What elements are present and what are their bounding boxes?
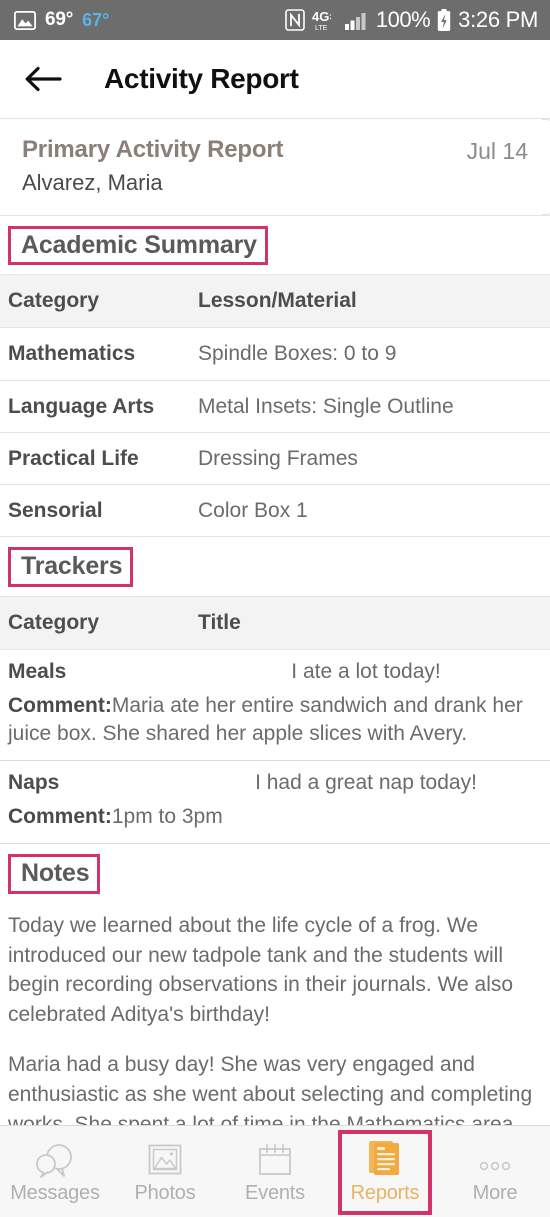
cell-lesson: Spindle Boxes: 0 to 9 [190,327,550,381]
section-header-trackers: Trackers [0,537,550,597]
table-row: Sensorial Color Box 1 [0,484,550,538]
nav-label-reports: Reports [350,1182,420,1204]
cell-category: Sensorial [0,484,190,538]
nav-label-messages: Messages [10,1182,100,1204]
nav-item-photos[interactable]: Photos [110,1126,220,1217]
cell-lesson: Color Box 1 [190,484,550,538]
academic-table-body: Mathematics Spindle Boxes: 0 to 9 Langua… [0,327,550,538]
status-bar-right: 4G : LTE 100% 3:26 PM [285,7,538,33]
tracker-category: Naps [8,771,60,795]
cell-lesson: Metal Insets: Single Outline [190,380,550,433]
bottom-navigation-bar: Messages Photos Events Reports More [0,1125,550,1217]
report-date: Jul 14 [466,138,528,164]
image-icon [13,10,37,30]
cell-category: Mathematics [0,327,190,381]
app-bar: Activity Report [0,40,550,118]
notes-paragraph: Today we learned about the life cycle of… [8,913,514,1027]
page-title: Activity Report [104,63,299,94]
table-row: Mathematics Spindle Boxes: 0 to 9 [0,327,550,381]
svg-text:LTE: LTE [315,25,328,31]
tracker-comment-label: Comment: [8,805,112,829]
table-row: Practical Life Dressing Frames [0,432,550,486]
network-4g-lte-icon: 4G : LTE [312,9,338,32]
cell-lesson: Dressing Frames [190,432,550,486]
tracker-item-naps: Naps I had a great nap today! Comment:1p… [0,761,550,844]
notes-paragraph: Maria had a busy day! She was very engag… [8,1052,533,1125]
column-header-lesson: Lesson/Material [190,274,550,329]
svg-text::: : [329,12,332,21]
document-icon [365,1138,405,1178]
status-bar-left: 69° 67° [13,9,110,31]
table-header-row: Category Title [0,596,550,651]
column-header-category: Category [0,596,190,651]
table-header-row: Category Lesson/Material [0,274,550,329]
nav-item-messages[interactable]: Messages [0,1126,110,1217]
column-header-category: Category [0,274,190,329]
report-title: Primary Activity Report [22,136,284,163]
section-header-notes: Notes [0,843,550,903]
notes-body: Today we learned about the life cycle of… [0,903,550,1125]
cell-category: Language Arts [0,380,190,433]
chat-bubbles-icon [32,1138,78,1178]
battery-charging-icon [437,8,451,32]
tracker-comment-text: 1pm to 3pm [111,805,223,829]
back-button[interactable] [20,56,66,102]
status-bar: 69° 67° 4G : LTE 100% 3:26 PM [0,0,550,40]
back-arrow-icon [24,64,62,94]
tracker-item-meals: Meals I ate a lot today! Comment:Maria a… [0,650,550,762]
nav-item-events[interactable]: Events [220,1126,330,1217]
academic-summary-table: Category Lesson/Material Mathematics Spi… [0,274,550,538]
trackers-table-head: Category Title [0,596,550,651]
trackers-table-head-only: Category Title [0,596,550,651]
tracker-title: I had a great nap today! [255,771,477,795]
nav-item-more[interactable]: More [440,1126,550,1217]
signal-bars-icon [344,10,369,30]
activity-report-screen: 69° 67° 4G : LTE 100% 3:26 PM Activity R… [0,0,550,1217]
temperature-secondary: 67° [82,9,110,30]
nav-item-reports[interactable]: Reports [330,1126,440,1217]
nav-label-events: Events [245,1182,305,1204]
clock-time: 3:26 PM [458,7,538,32]
trackers-heading: Trackers [8,547,134,588]
temperature-primary: 69° [45,9,74,30]
nav-label-more: More [472,1182,518,1204]
tracker-comment-row: Comment:1pm to 3pm [0,801,550,843]
trackers-list: Meals I ate a lot today! Comment:Maria a… [0,650,550,844]
tracker-title: I ate a lot today! [291,660,441,684]
nfc-icon [285,9,305,31]
table-row: Language Arts Metal Insets: Single Outli… [0,380,550,433]
tracker-comment-label: Comment: [8,694,112,718]
column-header-title: Title [190,596,550,651]
section-header-academic-summary: Academic Summary [0,215,550,275]
report-header-card: Primary Activity Report Alvarez, Maria J… [0,119,550,216]
nav-label-photos: Photos [134,1182,196,1204]
svg-text:4G: 4G [312,9,329,24]
notes-heading: Notes [8,853,101,894]
academic-table-head: Category Lesson/Material [0,274,550,329]
calendar-icon [255,1138,295,1178]
student-name: Alvarez, Maria [22,170,163,195]
battery-percent: 100% [375,7,431,32]
tracker-comment-row: Comment:Maria ate her entire sandwich an… [0,690,550,760]
academic-summary-heading: Academic Summary [8,225,268,266]
image-icon [145,1138,185,1178]
ellipsis-icon [473,1138,517,1178]
report-scroll-area[interactable]: Primary Activity Report Alvarez, Maria J… [0,118,550,1125]
cell-category: Practical Life [0,432,190,486]
tracker-category: Meals [8,660,67,684]
